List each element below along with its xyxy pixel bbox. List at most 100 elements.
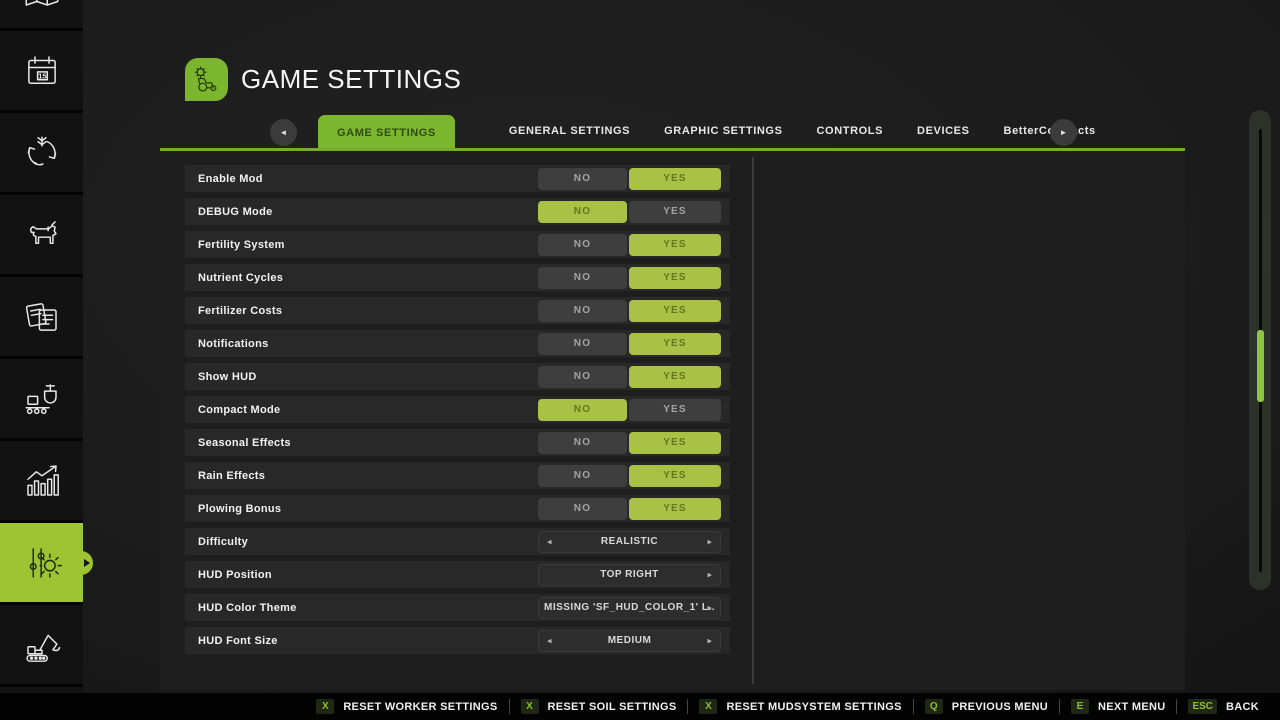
toggle-no-button[interactable]: NO xyxy=(538,498,627,520)
toggle-yes-button[interactable]: YES xyxy=(629,168,721,190)
sidebar-item-contracts[interactable] xyxy=(0,277,83,359)
selector-value: MEDIUM xyxy=(608,635,652,646)
toggle-yes-button[interactable]: YES xyxy=(629,267,721,289)
crop-rotation-icon xyxy=(21,132,63,174)
tabs-scroll-left-button[interactable]: ◄ xyxy=(270,119,297,146)
toggle-debug-mode: NOYES xyxy=(538,201,721,223)
tab-general-settings[interactable]: GENERAL SETTINGS xyxy=(509,125,630,137)
toggle-yes-button[interactable]: YES xyxy=(629,465,721,487)
calendar-icon: 15 xyxy=(21,50,63,92)
construction-icon xyxy=(21,624,63,666)
prev-option-arrow[interactable]: ◂ xyxy=(547,536,552,547)
setting-row-fertilizer-costs: Fertilizer Costs NOYES xyxy=(185,297,730,324)
toggle-notifications: NOYES xyxy=(538,333,721,355)
page-scrollbar-thumb[interactable] xyxy=(1257,330,1264,402)
toggle-fertilizer-costs: NOYES xyxy=(538,300,721,322)
toggle-nutrient-cycles: NOYES xyxy=(538,267,721,289)
sidebar-item-production[interactable] xyxy=(0,359,83,441)
next-option-arrow[interactable]: ▸ xyxy=(707,635,712,646)
action-previous-menu[interactable]: QPREVIOUS MENU xyxy=(913,699,1059,714)
toggle-yes-button[interactable]: YES xyxy=(629,201,721,223)
setting-label: Show HUD xyxy=(198,371,257,383)
sidebar-item-construction[interactable] xyxy=(0,605,83,687)
key-badge: E xyxy=(1071,699,1089,714)
sidebar-item-settings[interactable] xyxy=(0,523,83,605)
toggle-yes-button[interactable]: YES xyxy=(629,432,721,454)
selector-value: MISSING 'SF_HUD_COLOR_1' L.. xyxy=(544,602,715,613)
setting-row-show-hud: Show HUD NOYES xyxy=(185,363,730,390)
setting-label: Nutrient Cycles xyxy=(198,272,283,284)
toggle-yes-button[interactable]: YES xyxy=(629,234,721,256)
svg-text:15: 15 xyxy=(38,71,46,80)
sidebar-item-statistics[interactable] xyxy=(0,441,83,523)
action-reset-mudsystem-settings[interactable]: XRESET MUDSYSTEM SETTINGS xyxy=(687,699,912,714)
tab-game-settings[interactable]: GAME SETTINGS xyxy=(318,115,455,151)
selector-hud-color-theme[interactable]: MISSING 'SF_HUD_COLOR_1' L..▸ xyxy=(538,597,721,619)
setting-label: HUD Font Size xyxy=(198,635,278,647)
toggle-yes-button[interactable]: YES xyxy=(629,333,721,355)
map-icon xyxy=(21,0,63,12)
setting-label: HUD Color Theme xyxy=(198,602,297,614)
action-label: BACK xyxy=(1226,701,1259,713)
action-next-menu[interactable]: ENEXT MENU xyxy=(1059,699,1176,714)
action-reset-soil-settings[interactable]: XRESET SOIL SETTINGS xyxy=(509,699,688,714)
toggle-seasonal-effects: NOYES xyxy=(538,432,721,454)
action-label: RESET WORKER SETTINGS xyxy=(343,701,497,713)
setting-row-nutrient-cycles: Nutrient Cycles NOYES xyxy=(185,264,730,291)
setting-row-enable-mod: Enable ModNOYES xyxy=(185,165,730,192)
setting-label: Plowing Bonus xyxy=(198,503,281,515)
toggle-no-button[interactable]: NO xyxy=(538,168,627,190)
toggle-yes-button[interactable]: YES xyxy=(629,399,721,421)
next-option-arrow[interactable]: ▸ xyxy=(707,602,712,613)
toggle-fertility-system: NOYES xyxy=(538,234,721,256)
key-badge: X xyxy=(316,699,334,714)
next-option-arrow[interactable]: ▸ xyxy=(707,569,712,580)
toggle-no-button[interactable]: NO xyxy=(538,234,627,256)
sidebar-item-map[interactable] xyxy=(0,0,83,31)
setting-label: Rain Effects xyxy=(198,470,265,482)
prev-option-arrow[interactable]: ◂ xyxy=(547,635,552,646)
selector-hud-position[interactable]: TOP RIGHT▸ xyxy=(538,564,721,586)
sidebar-item-calendar[interactable]: 15 xyxy=(0,31,83,113)
contracts-icon xyxy=(21,296,63,338)
active-item-notch xyxy=(69,551,93,575)
action-back[interactable]: ESCBACK xyxy=(1176,699,1270,714)
setting-row-notifications: NotificationsNOYES xyxy=(185,330,730,357)
list-scrollbar[interactable] xyxy=(752,157,754,684)
toggle-no-button[interactable]: NO xyxy=(538,432,627,454)
tab-controls[interactable]: CONTROLS xyxy=(817,125,884,137)
statistics-icon xyxy=(21,460,63,502)
sidebar-item-animals[interactable] xyxy=(0,195,83,277)
selector-difficulty[interactable]: ◂REALISTIC▸ xyxy=(538,531,721,553)
setting-label: DEBUG Mode xyxy=(198,206,273,218)
tabs: GAME SETTINGS GENERAL SETTINGS GRAPHIC SET… xyxy=(318,110,1096,151)
tabs-scroll-right-button[interactable]: ► xyxy=(1050,119,1077,146)
toggle-yes-button[interactable]: YES xyxy=(629,300,721,322)
action-reset-worker-settings[interactable]: X RESET WORKER SETTINGS xyxy=(305,699,508,714)
tab-devices[interactable]: DEVICES xyxy=(917,125,970,137)
setting-label: Difficulty xyxy=(198,536,248,548)
setting-label: Fertilizer Costs xyxy=(198,305,282,317)
tab-graphic-settings[interactable]: GRAPHIC SETTINGS xyxy=(664,125,782,137)
setting-row-rain-effects: Rain Effects NOYES xyxy=(185,462,730,489)
toggle-no-button[interactable]: NO xyxy=(538,333,627,355)
setting-label: Seasonal Effects xyxy=(198,437,291,449)
setting-row-difficulty: Difficulty ◂REALISTIC▸ xyxy=(185,528,730,555)
tab-bar: ◄ GAME SETTINGS GENERAL SETTINGS GRAPHIC S… xyxy=(160,110,1185,153)
setting-label: HUD Position xyxy=(198,569,272,581)
setting-row-hud-position: HUD Position TOP RIGHT▸ xyxy=(185,561,730,588)
toggle-no-button[interactable]: NO xyxy=(538,267,627,289)
toggle-yes-button[interactable]: YES xyxy=(629,366,721,388)
toggle-yes-button[interactable]: YES xyxy=(629,498,721,520)
sidebar-item-crop-rotation[interactable] xyxy=(0,113,83,195)
setting-row-seasonal-effects: Seasonal Effects NOYES xyxy=(185,429,730,456)
toggle-no-button[interactable]: NO xyxy=(538,366,627,388)
selector-hud-font-size[interactable]: ◂ MEDIUM ▸ xyxy=(538,630,721,652)
next-option-arrow[interactable]: ▸ xyxy=(707,536,712,547)
toggle-no-button[interactable]: NO xyxy=(538,399,627,421)
toggle-no-button[interactable]: NO xyxy=(538,201,627,223)
action-label: RESET MUDSYSTEM SETTINGS xyxy=(726,701,901,713)
setting-row-plowing-bonus: Plowing Bonus NOYES xyxy=(185,495,730,522)
toggle-no-button[interactable]: NO xyxy=(538,465,627,487)
toggle-no-button[interactable]: NO xyxy=(538,300,627,322)
